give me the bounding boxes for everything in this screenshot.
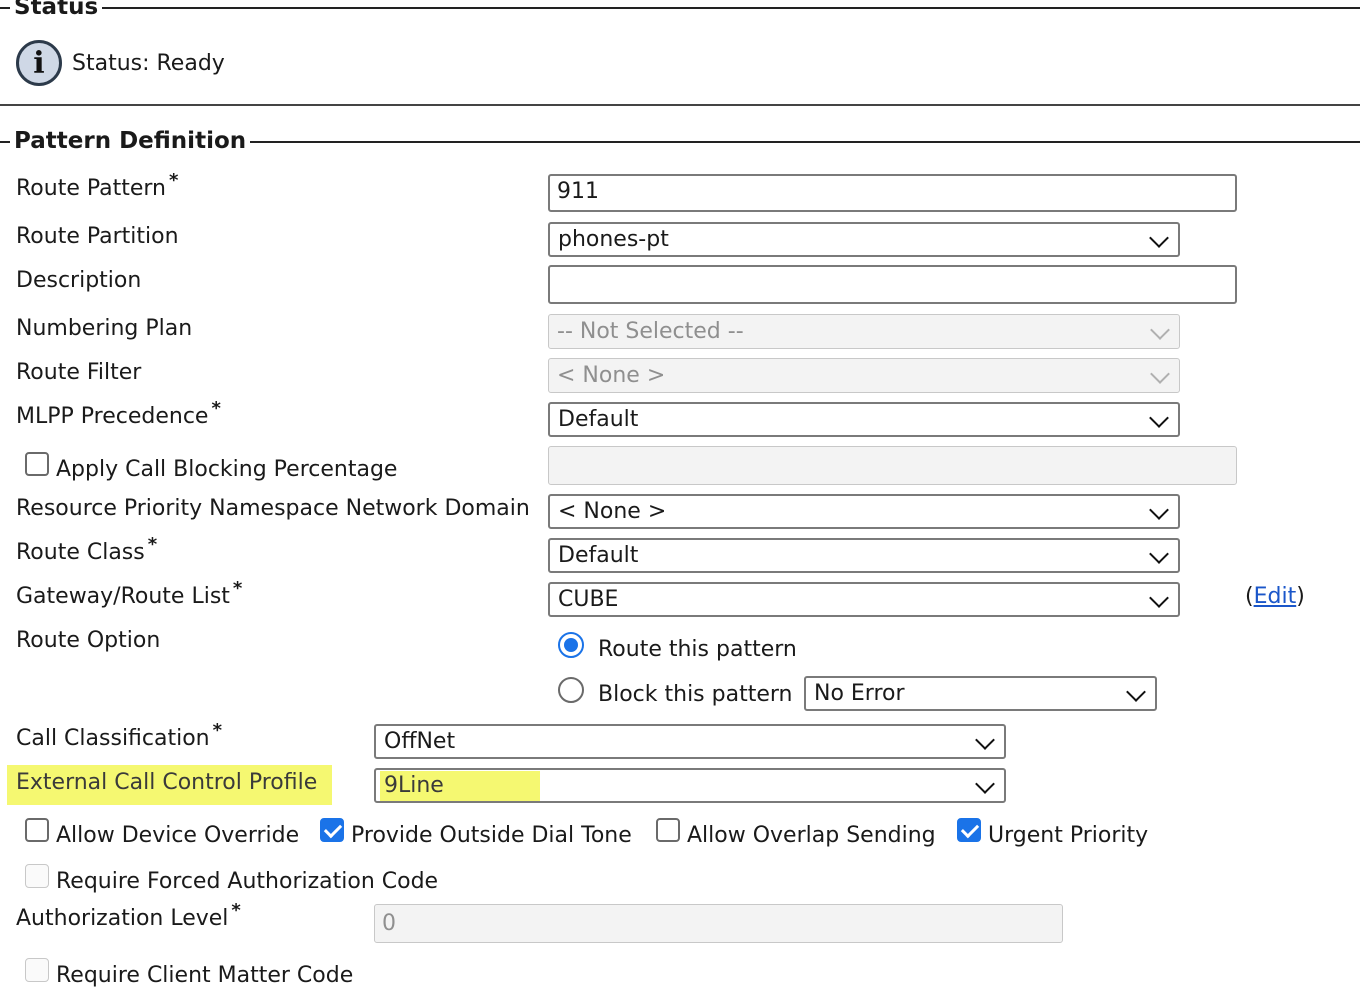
chevron-down-icon	[1150, 363, 1170, 384]
block-reason-value: No Error	[814, 681, 905, 706]
block-this-pattern-radio[interactable]	[558, 677, 584, 703]
numbering-plan-select: -- Not Selected --	[548, 314, 1180, 349]
call-classification-value: OffNet	[384, 729, 456, 754]
urgent-priority-label: Urgent Priority	[988, 823, 1149, 848]
route-partition-value: phones-pt	[558, 227, 669, 252]
chevron-down-icon	[1149, 587, 1169, 608]
external-call-control-value: 9Line	[384, 773, 444, 798]
status-section-bottom	[0, 104, 1360, 106]
chevron-down-icon	[1150, 319, 1170, 340]
call-classification-select[interactable]: OffNet	[374, 724, 1006, 759]
allow-device-override-label: Allow Device Override	[56, 823, 300, 848]
mlpp-precedence-label: MLPP Precedence *	[16, 398, 221, 429]
gateway-edit-group: (Edit)	[1245, 584, 1305, 609]
chevron-down-icon	[975, 729, 995, 750]
block-reason-select[interactable]: No Error	[804, 676, 1157, 711]
allow-overlap-sending-label: Allow Overlap Sending	[687, 823, 936, 848]
route-class-select[interactable]: Default	[548, 538, 1180, 573]
resource-priority-select[interactable]: < None >	[548, 494, 1180, 529]
route-partition-select[interactable]: phones-pt	[548, 222, 1180, 257]
route-partition-label: Route Partition	[16, 224, 179, 249]
mlpp-precedence-value: Default	[558, 407, 639, 432]
route-this-pattern-radio[interactable]	[558, 632, 584, 658]
route-pattern-input[interactable]: 911	[548, 174, 1237, 212]
status-text: Status: Ready	[72, 51, 225, 76]
route-class-label: Route Class *	[16, 534, 158, 565]
route-filter-value: < None >	[557, 363, 666, 388]
require-forced-auth-label: Require Forced Authorization Code	[56, 869, 439, 894]
provide-outside-dial-tone-label: Provide Outside Dial Tone	[351, 823, 632, 848]
allow-overlap-sending-checkbox[interactable]	[656, 818, 680, 842]
mlpp-precedence-select[interactable]: Default	[548, 402, 1180, 437]
gateway-route-list-label: Gateway/Route List *	[16, 578, 243, 609]
require-forced-auth-checkbox	[25, 864, 49, 888]
chevron-down-icon	[1149, 407, 1169, 428]
gateway-edit-link[interactable]: Edit	[1254, 584, 1297, 609]
authorization-level-input: 0	[374, 904, 1063, 943]
apply-call-blocking-label: Apply Call Blocking Percentage	[56, 457, 398, 482]
numbering-plan-label: Numbering Plan	[16, 316, 193, 341]
resource-priority-label: Resource Priority Namespace Network Doma…	[16, 496, 530, 521]
call-classification-label: Call Classification *	[16, 720, 223, 751]
route-option-label: Route Option	[16, 628, 161, 653]
status-section-border	[0, 7, 1360, 9]
require-client-matter-label: Require Client Matter Code	[56, 963, 354, 988]
authorization-level-label: Authorization Level *	[16, 900, 241, 931]
chevron-down-icon	[1149, 543, 1169, 564]
apply-call-blocking-checkbox[interactable]	[25, 452, 49, 476]
pattern-legend: Pattern Definition	[10, 128, 251, 154]
call-blocking-percentage-input	[548, 446, 1237, 485]
chevron-down-icon	[975, 773, 995, 794]
allow-device-override-checkbox[interactable]	[25, 818, 49, 842]
external-call-control-select[interactable]: 9Line	[374, 768, 1006, 803]
resource-priority-value: < None >	[558, 499, 667, 524]
chevron-down-icon	[1126, 681, 1146, 702]
require-client-matter-checkbox	[25, 958, 49, 982]
numbering-plan-value: -- Not Selected --	[557, 319, 744, 344]
description-input[interactable]	[548, 265, 1237, 304]
chevron-down-icon	[1149, 499, 1169, 520]
description-label: Description	[16, 268, 142, 293]
route-pattern-label: Route Pattern *	[16, 170, 179, 201]
provide-outside-dial-tone-checkbox[interactable]	[320, 818, 344, 842]
route-filter-label: Route Filter	[16, 360, 142, 385]
route-class-value: Default	[558, 543, 639, 568]
block-this-pattern-label: Block this pattern	[598, 682, 793, 707]
chevron-down-icon	[1149, 227, 1169, 248]
gateway-route-list-value: CUBE	[558, 587, 619, 612]
external-call-control-label: External Call Control Profile	[16, 770, 318, 795]
route-this-pattern-label: Route this pattern	[598, 637, 797, 662]
route-filter-select: < None >	[548, 358, 1180, 393]
urgent-priority-checkbox[interactable]	[957, 818, 981, 842]
status-legend: Status	[10, 0, 103, 20]
info-icon: i	[16, 40, 62, 86]
gateway-route-list-select[interactable]: CUBE	[548, 582, 1180, 617]
